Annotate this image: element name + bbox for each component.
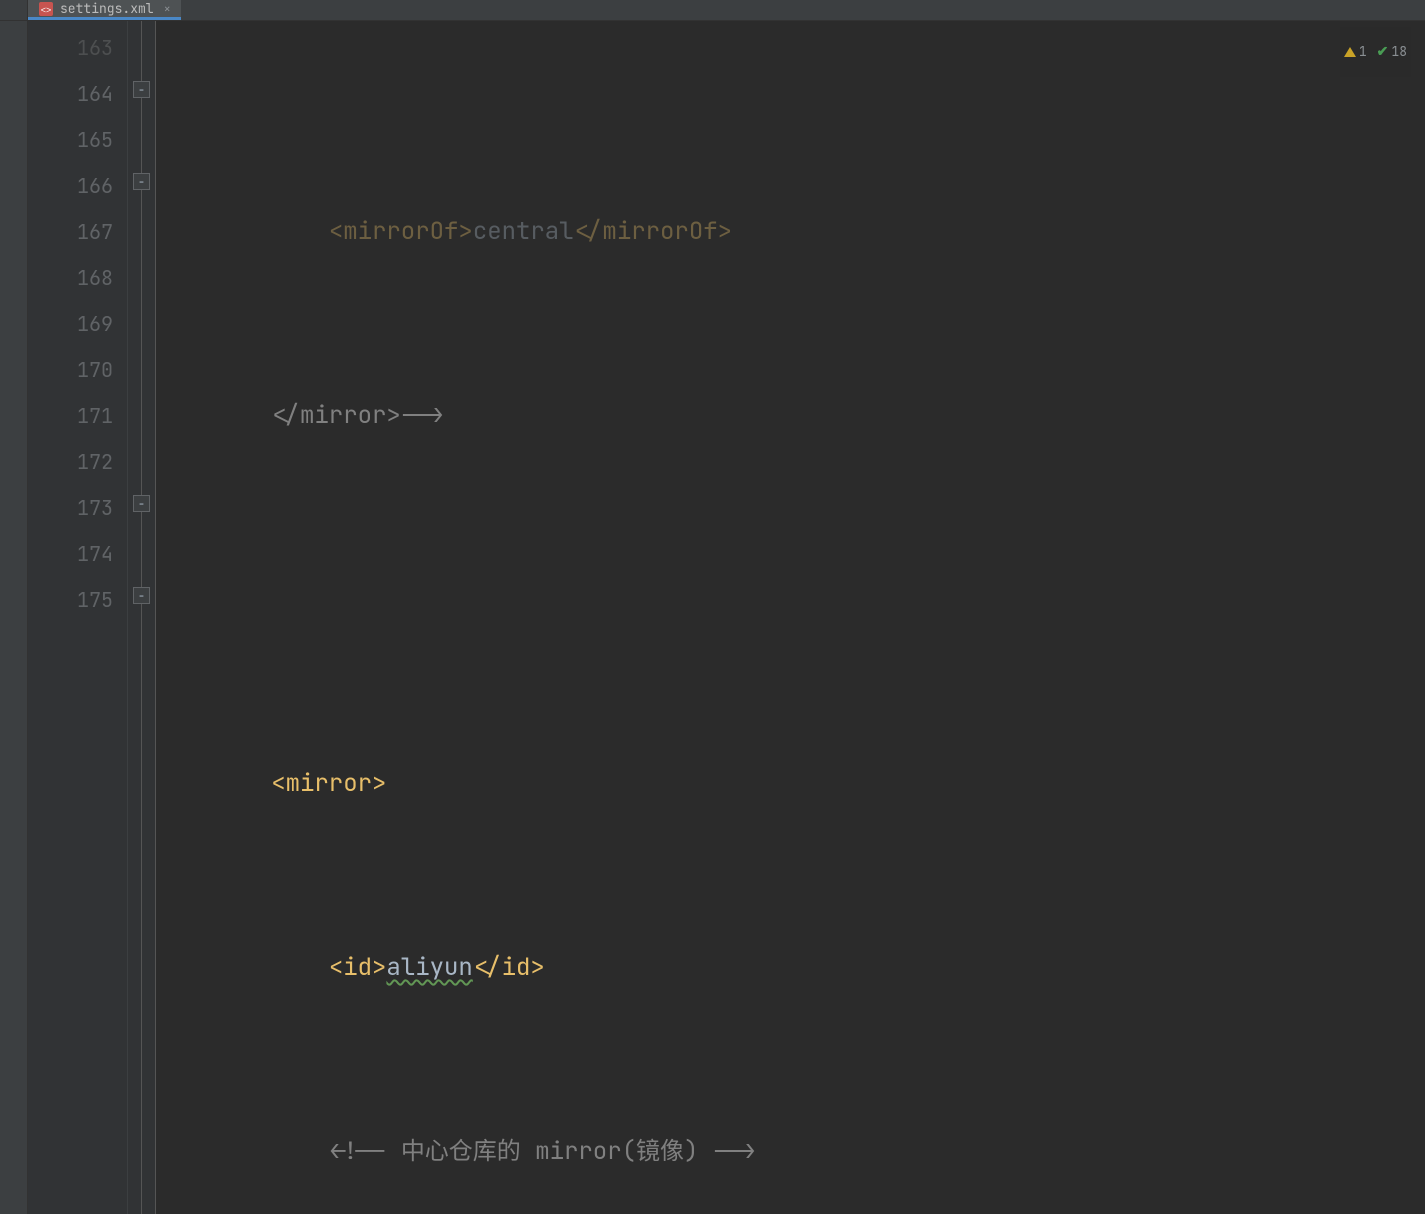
line-number: 169 <box>28 301 127 347</box>
fold-toggle-icon[interactable]: − <box>133 173 150 190</box>
tool-window-strip[interactable] <box>0 21 28 1214</box>
inspection-summary[interactable]: 1 ✔ 18 <box>1340 27 1411 77</box>
line-number-gutter[interactable]: 163 164 165 166 167 168 169 170 171 172 … <box>28 21 128 1214</box>
editor-tab-bar: <> settings.xml × <box>0 0 1425 21</box>
code-editor[interactable]: 1 ✔ 18 <mirrorOf>central</mirrorOf> </mi… <box>156 21 1425 1214</box>
line-number: 165 <box>28 117 127 163</box>
line-number: 171 <box>28 393 127 439</box>
line-number: 166 <box>28 163 127 209</box>
warning-icon <box>1344 47 1356 57</box>
code-row[interactable]: <!-- 中心仓库的 mirror(镜像) --> <box>156 1129 1425 1175</box>
line-number: 170 <box>28 347 127 393</box>
tab-bar-left-strip <box>0 0 28 20</box>
fold-toggle-icon[interactable]: − <box>133 495 150 512</box>
line-number: 163 <box>28 25 127 71</box>
tab-filename: settings.xml <box>60 0 154 17</box>
line-number: 174 <box>28 531 127 577</box>
line-number: 172 <box>28 439 127 485</box>
xml-file-icon: <> <box>38 1 54 17</box>
line-number: 164 <box>28 71 127 117</box>
code-row[interactable]: <id>aliyun</id> <box>156 945 1425 991</box>
warning-count[interactable]: 1 <box>1344 29 1367 75</box>
close-tab-icon[interactable]: × <box>164 1 171 17</box>
line-number: 167 <box>28 209 127 255</box>
pass-count[interactable]: ✔ 18 <box>1377 29 1407 75</box>
fold-toggle-icon[interactable]: − <box>133 81 150 98</box>
line-number: 168 <box>28 255 127 301</box>
line-number: 175 <box>28 577 127 623</box>
code-row[interactable]: </mirror>--> <box>156 393 1425 439</box>
checkmark-icon: ✔ <box>1377 29 1389 75</box>
svg-text:<>: <> <box>41 5 52 15</box>
file-tab-settings-xml[interactable]: <> settings.xml × <box>28 0 181 20</box>
fold-gutter[interactable]: − − − − <box>128 21 156 1214</box>
line-number: 173 <box>28 485 127 531</box>
editor-area: 163 164 165 166 167 168 169 170 171 172 … <box>0 21 1425 1214</box>
code-row[interactable]: <mirrorOf>central</mirrorOf> <box>156 209 1425 255</box>
code-row[interactable]: <mirror> <box>156 761 1425 807</box>
fold-toggle-icon[interactable]: − <box>133 587 150 604</box>
code-row[interactable] <box>156 577 1425 623</box>
